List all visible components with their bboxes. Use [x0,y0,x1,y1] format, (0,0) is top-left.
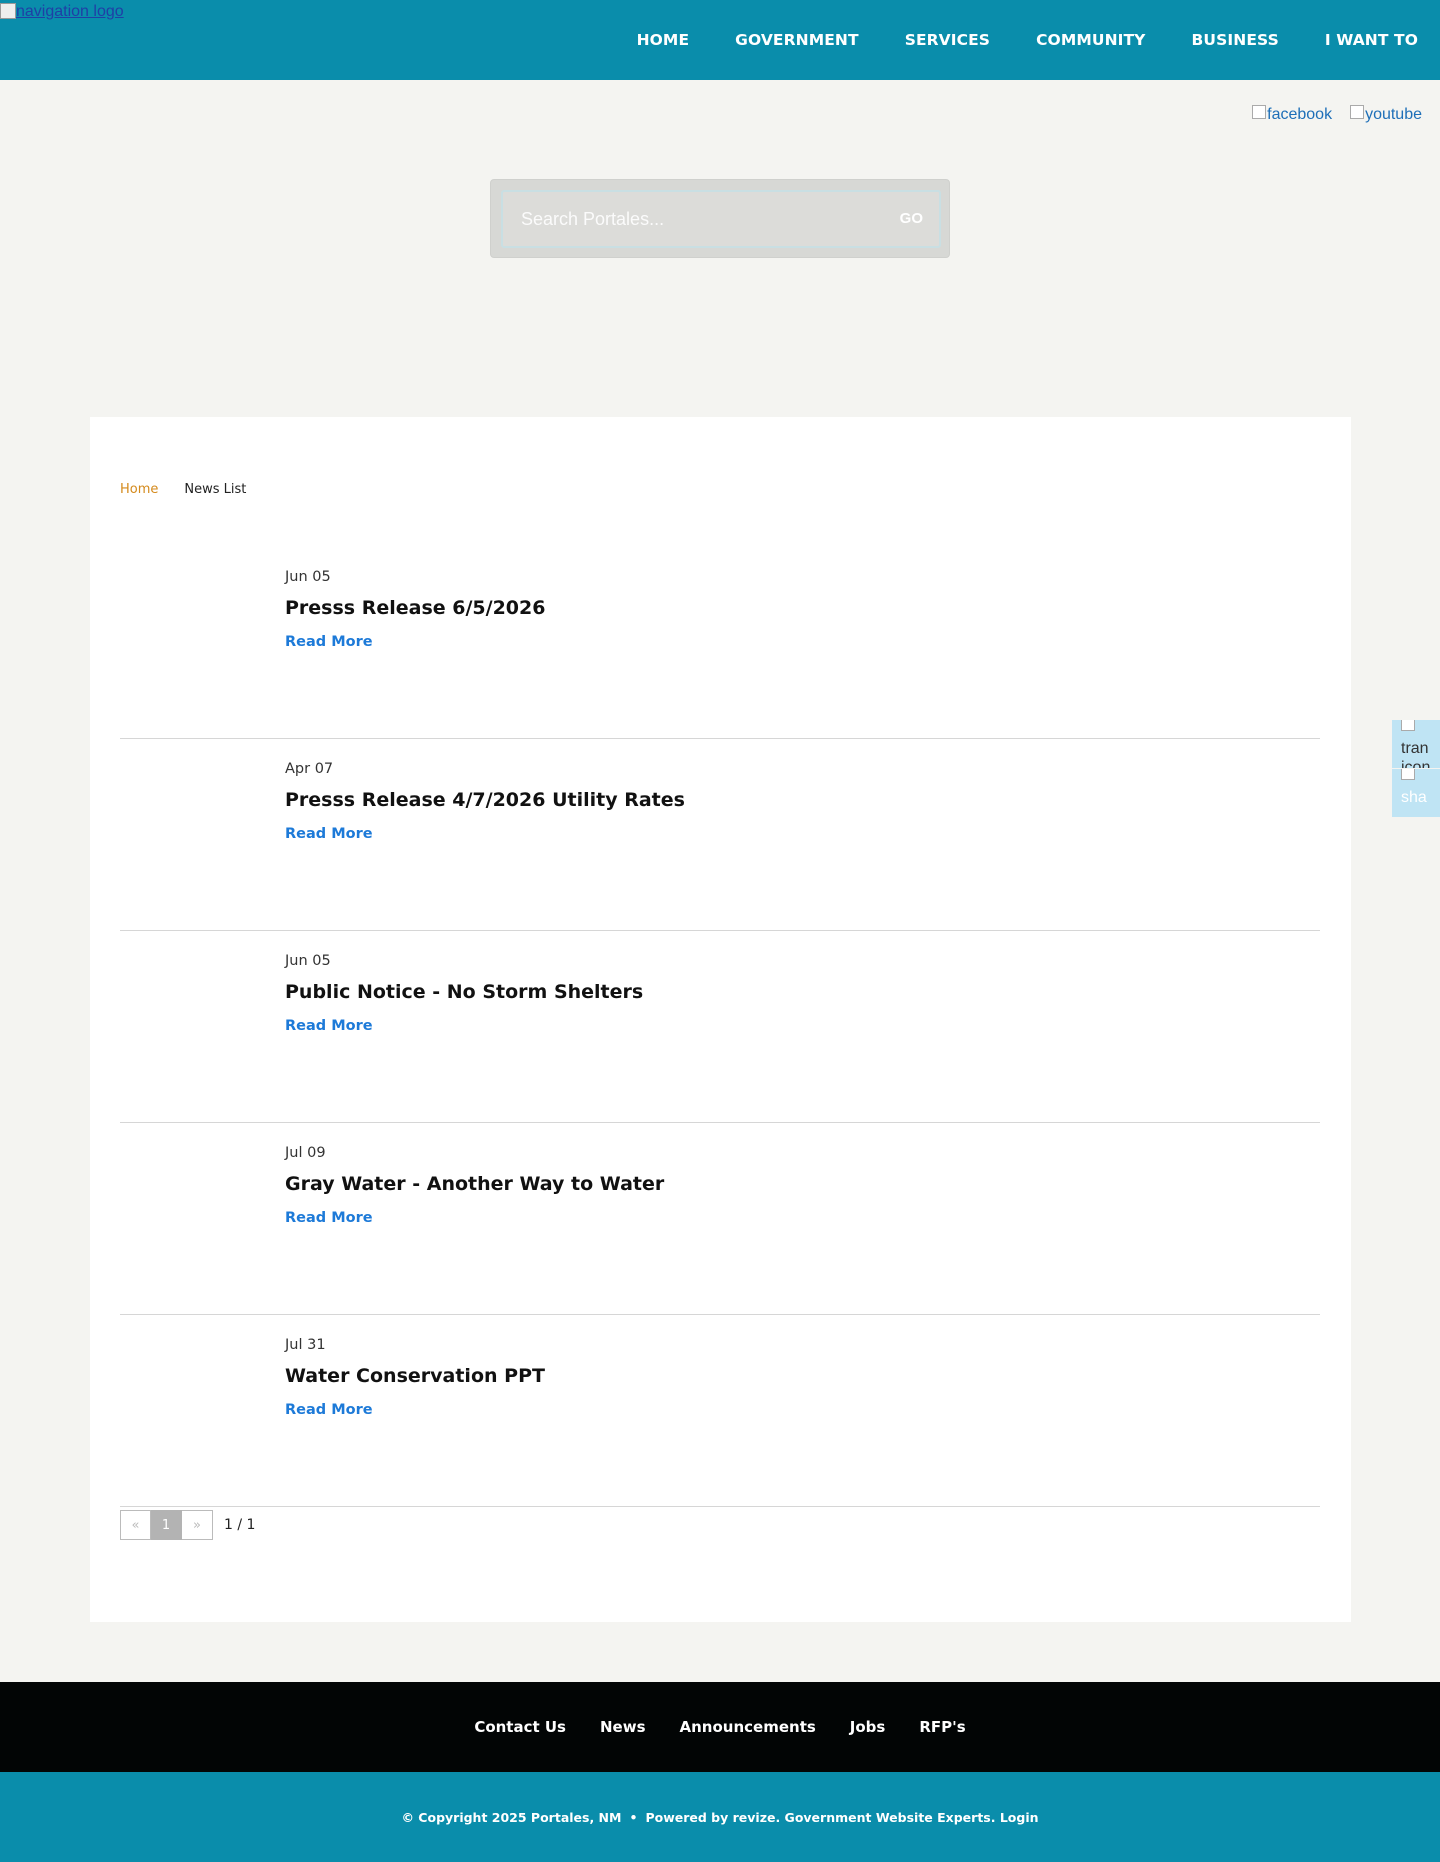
nav-services[interactable]: SERVICES [905,31,990,49]
news-list: Jun 05 Presss Release 6/5/2026 Read More… [120,547,1320,1507]
footer-separator: • [629,1809,638,1825]
read-more-link[interactable]: Read More [285,826,373,842]
news-item: Jun 05 Public Notice - No Storm Shelters… [120,931,1320,1123]
news-title: Presss Release 6/5/2026 [285,597,546,619]
nav-community[interactable]: COMMUNITY [1036,31,1145,49]
footer-copyright: © Copyright 2025 Portales, NM • Powered … [0,1772,1440,1862]
navigation-logo-alt-text: navigation logo [16,3,124,20]
search-go-button[interactable]: GO [900,210,923,227]
news-item: Jun 05 Presss Release 6/5/2026 Read More [120,547,1320,739]
youtube-icon [1350,105,1365,119]
news-item: Apr 07 Presss Release 4/7/2026 Utility R… [120,739,1320,931]
footer-link-contact-us[interactable]: Contact Us [474,1718,566,1736]
news-title: Water Conservation PPT [285,1365,545,1387]
news-item: Jul 31 Water Conservation PPT Read More [120,1315,1320,1507]
footer-link-rfps[interactable]: RFP's [919,1718,965,1736]
news-title: Gray Water - Another Way to Water [285,1173,665,1195]
pagination-prev-button[interactable]: « [120,1510,151,1540]
social-links: facebook youtube [1252,105,1422,124]
copyright-text: © Copyright 2025 Portales, NM [401,1809,622,1825]
translate-alt-text: tran icon [1401,740,1431,768]
read-more-link[interactable]: Read More [285,1402,373,1418]
footer-links: Contact Us News Announcements Jobs RFP's [0,1682,1440,1772]
breadcrumb: Home News List [120,482,246,497]
nav-business[interactable]: BUSINESS [1192,31,1279,49]
navigation-logo[interactable]: navigation logo [0,3,124,21]
broken-image-icon [0,3,16,19]
footer-link-announcements[interactable]: Announcements [680,1718,816,1736]
youtube-link[interactable]: youtube [1350,105,1422,124]
news-date: Apr 07 [285,761,334,777]
side-tools: tran icon sha [1392,720,1440,817]
pagination-next-button[interactable]: » [182,1510,213,1540]
news-item: Jul 09 Gray Water - Another Way to Water… [120,1123,1320,1315]
read-more-link[interactable]: Read More [285,634,373,650]
share-alt-text: sha [1401,789,1427,806]
share-icon [1401,769,1415,780]
pagination-page-button[interactable]: 1 [151,1510,182,1540]
youtube-alt-text: youtube [1365,106,1422,123]
powered-by-text: Powered by revize. Government Website Ex… [645,1809,996,1825]
main-navigation: HOME GOVERNMENT SERVICES COMMUNITY BUSIN… [591,0,1418,80]
login-link[interactable]: Login [1000,1810,1039,1825]
site-header: navigation logo HOME GOVERNMENT SERVICES… [0,0,1440,80]
translate-button[interactable]: tran icon [1392,720,1440,768]
news-date: Jul 09 [285,1145,326,1161]
search-input[interactable] [521,209,861,230]
news-date: Jun 05 [285,953,331,969]
pagination: « 1 » 1 / 1 [120,1510,255,1540]
breadcrumb-home[interactable]: Home [120,482,158,497]
news-list-card: Home News List Jun 05 Presss Release 6/5… [90,417,1351,1622]
nav-i-want-to[interactable]: I WANT TO [1325,31,1418,49]
read-more-link[interactable]: Read More [285,1018,373,1034]
nav-government[interactable]: GOVERNMENT [735,31,859,49]
news-date: Jul 31 [285,1337,326,1353]
news-title: Presss Release 4/7/2026 Utility Rates [285,789,685,811]
search-field-frame: GO [501,190,941,248]
pagination-count: 1 / 1 [224,1517,256,1533]
footer-link-news[interactable]: News [600,1718,646,1736]
nav-home[interactable]: HOME [637,31,690,49]
breadcrumb-current: News List [184,482,247,497]
footer-link-jobs[interactable]: Jobs [850,1718,886,1736]
share-button[interactable]: sha [1392,769,1440,817]
facebook-link[interactable]: facebook [1252,105,1333,124]
read-more-link[interactable]: Read More [285,1210,373,1226]
search-box: GO [490,179,950,258]
facebook-icon [1252,105,1267,119]
news-date: Jun 05 [285,569,331,585]
translate-icon [1401,720,1415,731]
news-title: Public Notice - No Storm Shelters [285,981,644,1003]
facebook-alt-text: facebook [1267,106,1333,123]
